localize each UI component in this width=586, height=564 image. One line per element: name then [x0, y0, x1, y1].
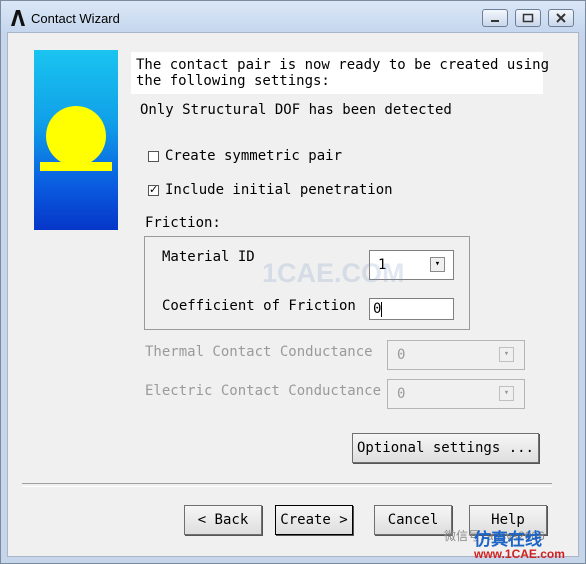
message-line-2: the following settings: — [136, 73, 330, 89]
text-cursor — [381, 302, 382, 317]
message-line-1: The contact pair is now ready to be crea… — [136, 57, 550, 73]
symmetric-pair-checkbox[interactable] — [148, 151, 159, 162]
watermark-center: 1CAE.COM — [262, 258, 405, 288]
contact-illustration — [34, 50, 118, 230]
initial-penetration-label[interactable]: Include initial penetration — [165, 182, 393, 198]
thermal-conductance-value: 0 — [397, 347, 406, 363]
create-button[interactable]: Create > — [275, 505, 353, 535]
initial-penetration-checkbox[interactable]: ✓ — [148, 183, 159, 196]
optional-settings-button[interactable]: Optional settings ... — [352, 433, 539, 463]
symmetric-pair-label[interactable]: Create symmetric pair — [165, 148, 342, 164]
watermark-corner: 微信号: ansys2006 仿真在线 www.1CAE.com — [418, 525, 586, 564]
coefficient-input[interactable]: 0 — [369, 298, 454, 320]
electric-conductance-value: 0 — [397, 386, 406, 402]
maximize-icon — [522, 13, 534, 23]
button-separator — [22, 483, 552, 487]
contact-ball-icon — [40, 106, 112, 171]
material-id-label: Material ID — [162, 249, 255, 265]
watermark-url: www.1CAE.com — [474, 547, 565, 561]
minimize-button[interactable] — [482, 9, 508, 27]
chevron-down-icon[interactable]: ▾ — [430, 257, 445, 272]
checkmark-icon: ✓ — [149, 183, 159, 196]
minimize-icon — [491, 20, 499, 22]
close-button[interactable] — [548, 9, 574, 27]
friction-label: Friction: — [145, 215, 221, 231]
dof-note: Only Structural DOF has been detected — [140, 102, 452, 118]
window-title: Contact Wizard — [31, 11, 120, 26]
ansys-logo-icon — [11, 10, 25, 26]
coefficient-label: Coefficient of Friction — [162, 298, 356, 314]
back-button[interactable]: < Back — [184, 505, 262, 535]
close-icon — [556, 13, 566, 23]
thermal-conductance-select[interactable]: 0 ▾ — [387, 340, 525, 370]
title-bar[interactable]: Contact Wizard — [1, 1, 585, 33]
chevron-down-icon[interactable]: ▾ — [499, 386, 514, 401]
electric-conductance-select[interactable]: 0 ▾ — [387, 379, 525, 409]
electric-conductance-label: Electric Contact Conductance — [145, 383, 382, 399]
chevron-down-icon[interactable]: ▾ — [499, 347, 514, 362]
maximize-button[interactable] — [515, 9, 541, 27]
thermal-conductance-label: Thermal Contact Conductance — [145, 344, 373, 360]
